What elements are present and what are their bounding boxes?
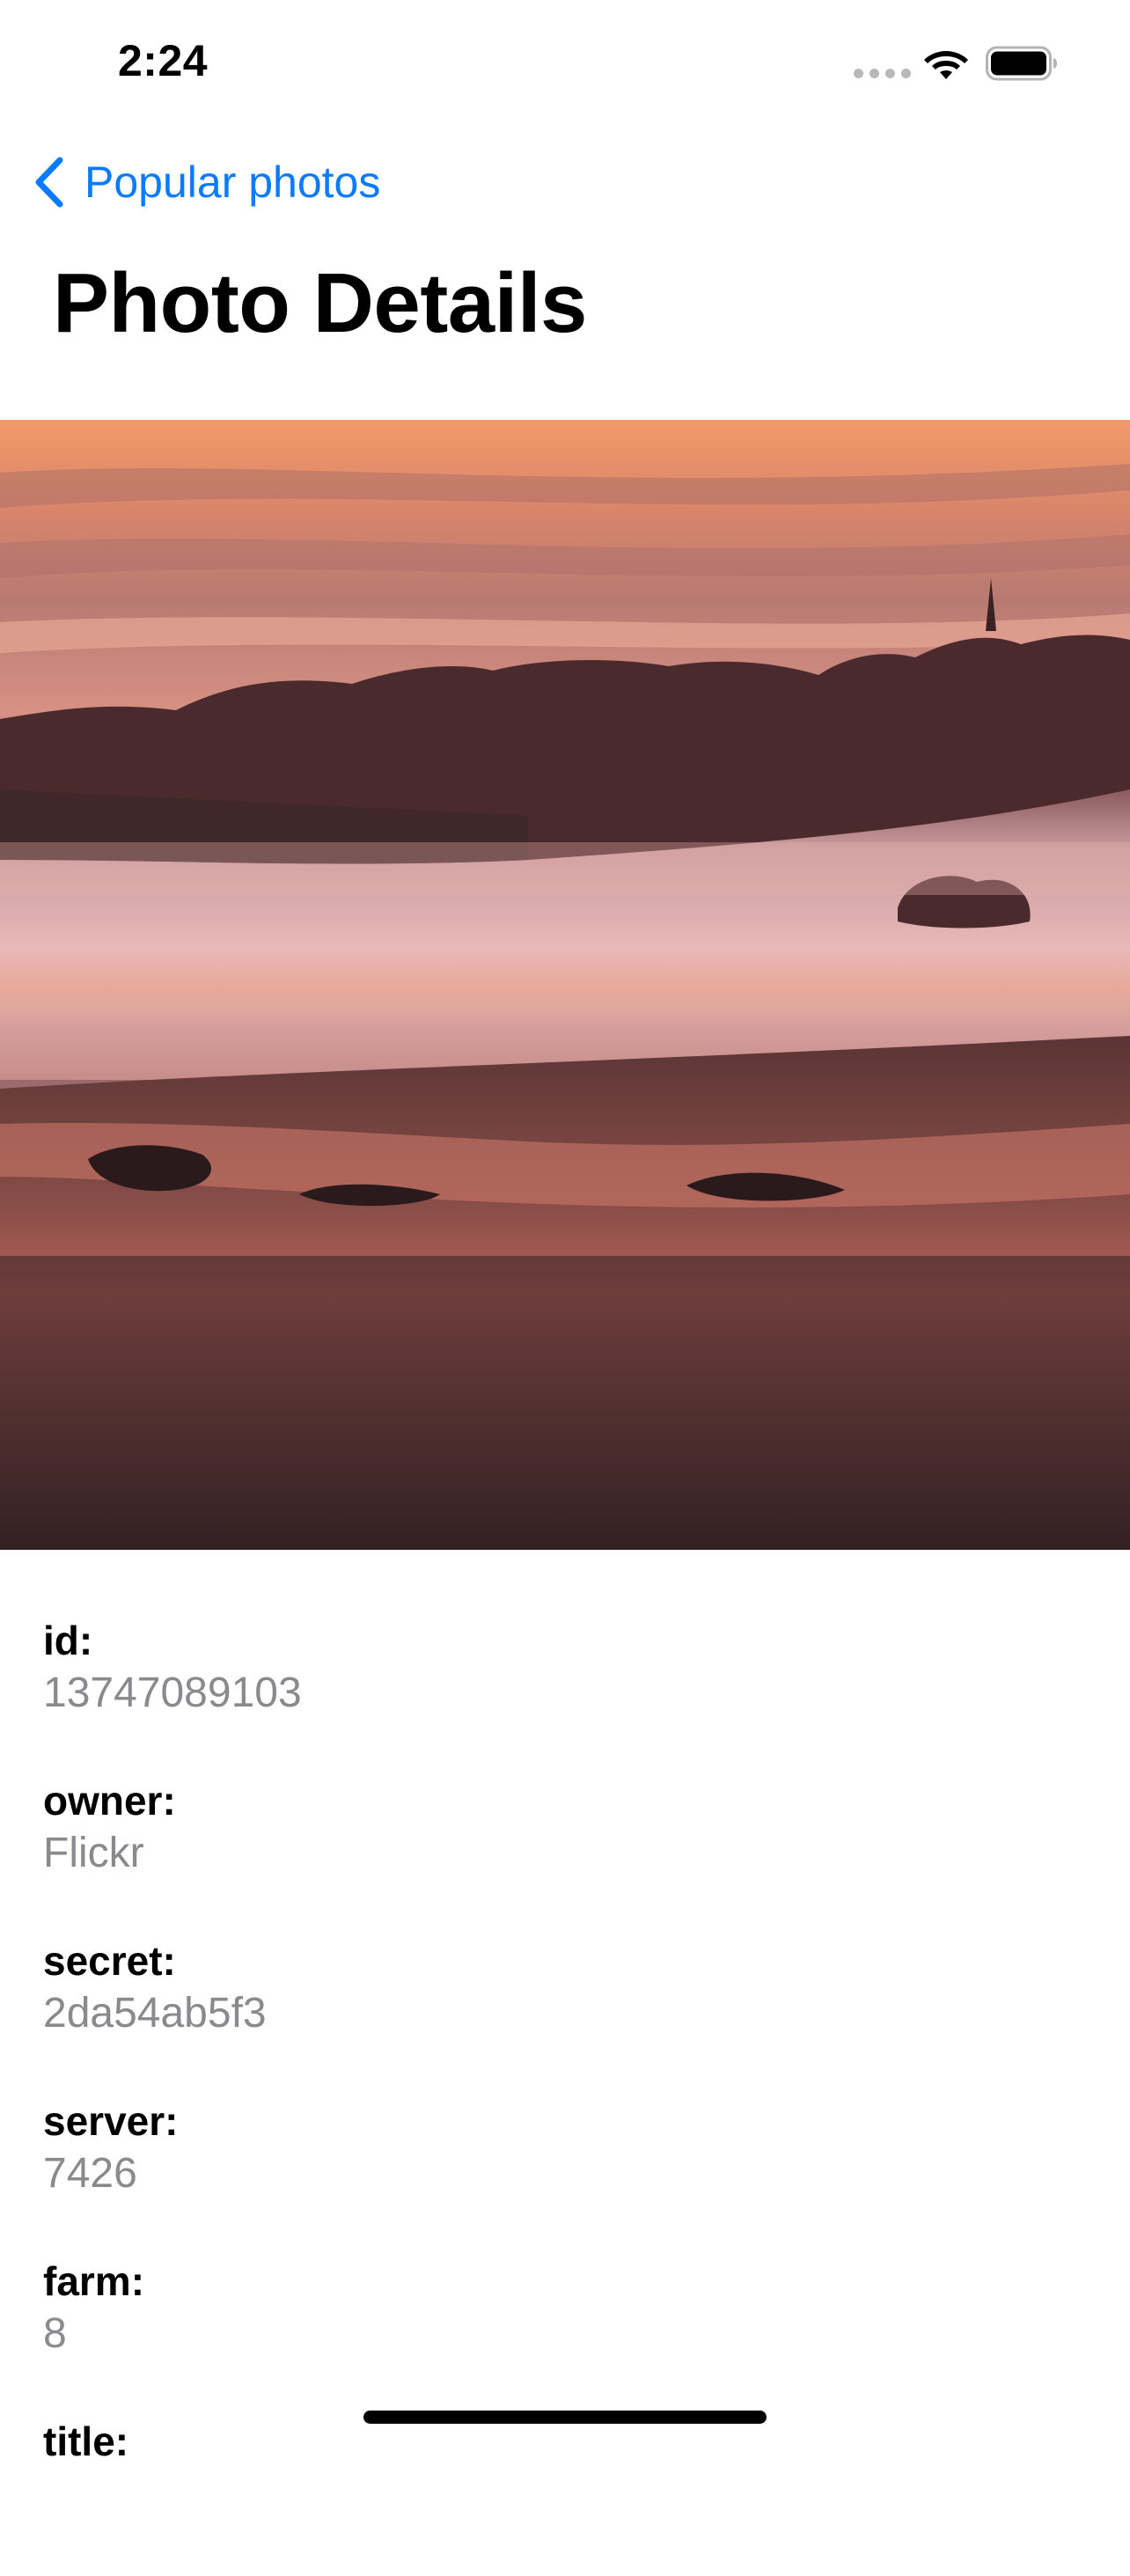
field-label: farm: bbox=[43, 2258, 145, 2304]
battery-icon bbox=[986, 46, 1057, 81]
field-value: 2da54ab5f3 bbox=[43, 1990, 267, 2037]
field-label: server: bbox=[43, 2098, 179, 2144]
field-value: 8 bbox=[43, 2310, 67, 2357]
back-button-label: Popular photos bbox=[84, 158, 381, 207]
detail-field-secret: secret: 2da54ab5f3 bbox=[43, 1935, 1082, 2095]
status-time: 2:24 bbox=[118, 36, 209, 85]
cellular-signal-icon bbox=[854, 69, 911, 78]
wifi-icon bbox=[924, 51, 968, 79]
back-button[interactable]: Popular photos bbox=[32, 150, 380, 215]
detail-field-server: server: 7426 bbox=[43, 2095, 1082, 2256]
field-label: id: bbox=[43, 1618, 93, 1663]
page-title: Photo Details bbox=[53, 256, 587, 350]
status-bar: 2:24 bbox=[0, 0, 1130, 123]
field-label: owner: bbox=[43, 1778, 176, 1824]
chevron-left-icon bbox=[35, 157, 63, 208]
field-value: 13747089103 bbox=[43, 1670, 302, 1716]
field-value: Flickr bbox=[43, 1830, 144, 1876]
field-label: secret: bbox=[43, 1938, 176, 1984]
photo-details-list: id: 13747089103 owner: Flickr secret: 2d… bbox=[43, 1615, 1082, 2576]
field-value: 7426 bbox=[43, 2150, 137, 2197]
detail-field-owner: owner: Flickr bbox=[43, 1775, 1082, 1935]
detail-field-id: id: 13747089103 bbox=[43, 1615, 1082, 1775]
home-indicator[interactable] bbox=[363, 2411, 767, 2424]
detail-field-farm: farm: 8 bbox=[43, 2256, 1082, 2416]
detail-field-title: title: bbox=[43, 2416, 1082, 2576]
photo[interactable] bbox=[0, 420, 1130, 1550]
